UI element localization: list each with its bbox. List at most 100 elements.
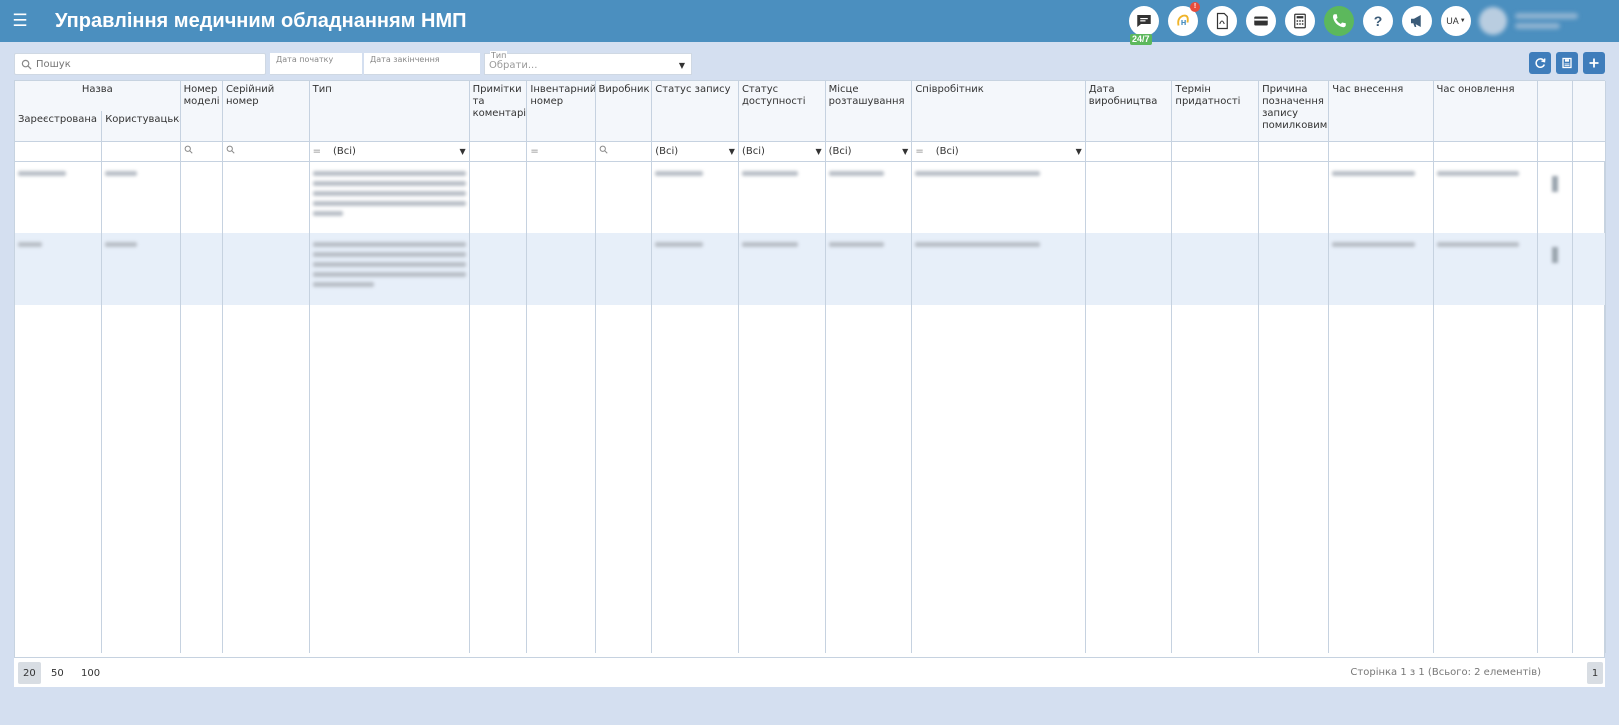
page-1-button[interactable]: 1 [1587,662,1603,684]
plus-icon [1589,58,1599,68]
phone-button[interactable] [1324,6,1354,36]
pager: 20 50 100 Сторінка 1 з 1 (Всього: 2 елем… [14,657,1605,687]
notification-badge: ! [1190,2,1200,12]
logo-notification-icon: H [1177,14,1189,27]
chat-icon [1137,15,1151,27]
search-icon [226,145,235,154]
caret-down-icon: ▼ [1075,146,1082,156]
col-model-number[interactable]: Номер моделі [180,81,223,141]
filter-production-date[interactable] [1085,140,1173,162]
app-header: ☰ Управління медичним обладнанням НМП 24… [0,0,1619,45]
filter-row: = (Всі) ▼ = (Всі) ▼ (Всі) ▼ (Всі) ▼ = (Всі) ▼ [15,140,1607,162]
col-created-time[interactable]: Час внесення [1328,81,1434,141]
filter-created[interactable] [1328,140,1434,162]
filter-manufacturer[interactable] [595,140,653,162]
filter-serial[interactable] [222,140,310,162]
col-inventory-number[interactable]: Інвентарний номер [526,81,596,141]
caret-down-icon: ▼ [728,146,735,156]
save-button[interactable] [1556,52,1578,74]
calculator-icon [1294,13,1306,29]
table-row[interactable] [15,233,1607,305]
col-availability-status[interactable]: Статус доступності [738,81,826,141]
col-error-reason[interactable]: Причина позначення запису помилковим [1258,81,1330,141]
col-location[interactable]: Місце розташування [825,81,913,141]
filter-model[interactable] [180,140,223,162]
user-name-blurred [1515,9,1605,33]
caret-down-icon: ▼ [678,61,685,70]
search-icon [21,59,32,70]
date-start-field[interactable]: Дата початку [270,53,362,75]
filter-updated[interactable] [1433,140,1538,162]
card-button[interactable] [1246,6,1276,36]
calculator-button[interactable] [1285,6,1315,36]
hamburger-menu-icon[interactable]: ☰ [0,0,40,42]
search-icon [599,145,608,154]
refresh-button[interactable] [1529,52,1551,74]
filter-availability[interactable]: (Всі) ▼ [738,140,826,162]
col-actions-1 [1537,81,1573,141]
type-select[interactable]: Тип Обрати... ▼ [484,51,692,75]
row-menu-icon[interactable] [1551,175,1558,192]
filter-act1 [1537,140,1573,162]
filter-type[interactable]: = (Всі) ▼ [309,140,470,162]
filter-custom[interactable] [101,140,181,162]
empty-area [15,305,1607,653]
header-toolbar: 24/7 H ! ? UA ▼ [1129,0,1619,45]
user-profile[interactable] [1479,0,1619,42]
pdf-icon [1216,12,1228,30]
search-box[interactable] [14,53,266,75]
col-record-status[interactable]: Статус запису [651,81,739,141]
page-size-100[interactable]: 100 [76,662,105,684]
date-start-label: Дата початку [276,55,334,64]
filter-inventory[interactable]: = [526,140,596,162]
help-button[interactable]: ? [1363,6,1393,36]
phone-icon [1333,14,1346,28]
pdf-button[interactable] [1207,6,1237,36]
language-selector[interactable]: UA ▼ [1441,6,1471,36]
page-size-20[interactable]: 20 [18,662,41,684]
filter-record-status[interactable]: (Всі) ▼ [651,140,739,162]
col-notes[interactable]: Примітки та коментарі [469,81,528,141]
col-expiry[interactable]: Термін придатності [1171,81,1260,141]
filter-expiry[interactable] [1171,140,1260,162]
grid-actions [1524,52,1605,74]
col-production-date[interactable]: Дата виробництва [1085,81,1173,141]
filter-location[interactable]: (Всі) ▼ [825,140,913,162]
caret-down-icon: ▼ [902,146,909,156]
filter-employee[interactable]: = (Всі) ▼ [911,140,1086,162]
filter-bar: Дата початку Дата закінчення Тип Обрати.… [14,51,1605,78]
col-custom[interactable]: Користувацька [101,111,181,141]
support-247-badge: 24/7 [1130,34,1152,45]
add-button[interactable] [1583,52,1605,74]
filter-registered[interactable] [15,140,103,162]
col-employee[interactable]: Співробітник [911,81,1086,141]
col-serial-number[interactable]: Серійний номер [222,81,310,141]
col-updated-time[interactable]: Час оновлення [1433,81,1538,141]
page-size-50[interactable]: 50 [46,662,69,684]
refresh-icon [1535,58,1546,69]
table-row[interactable] [15,161,1607,233]
search-icon [184,145,193,154]
svg-text:H: H [1181,19,1187,27]
avatar [1479,7,1507,35]
question-icon: ? [1373,13,1383,29]
col-group-name[interactable]: Назва [15,81,181,111]
date-end-field[interactable]: Дата закінчення [364,53,480,75]
col-manufacturer[interactable]: Виробник [595,81,653,141]
page-title: Управління медичним обладнанням НМП [55,9,467,32]
equipment-grid: Назва Номер моделі Серійний номер Тип Пр… [14,80,1607,686]
credit-card-icon [1254,16,1268,26]
col-type[interactable]: Тип [309,81,470,141]
caret-down-icon: ▼ [459,146,466,156]
filter-act2 [1572,140,1607,162]
announcements-button[interactable] [1402,6,1432,36]
row-menu-icon[interactable] [1551,247,1558,263]
filter-error-reason[interactable] [1258,140,1330,162]
type-placeholder: Обрати... [489,60,538,71]
notifications-button[interactable]: H ! [1168,2,1200,36]
chat-support-button[interactable]: 24/7 [1129,6,1159,45]
col-registered[interactable]: Зареєстрована [15,111,103,141]
search-input[interactable] [36,58,256,70]
filter-notes[interactable] [469,140,528,162]
date-end-label: Дата закінчення [370,55,440,64]
